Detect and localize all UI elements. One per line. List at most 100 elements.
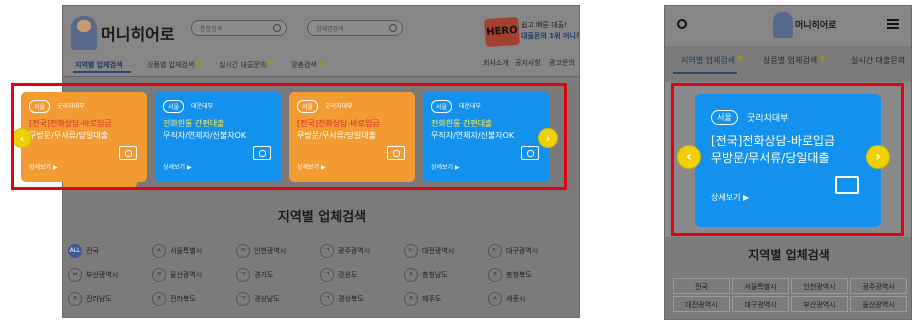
new-badge-icon xyxy=(268,60,275,66)
new-badge-icon xyxy=(196,60,203,66)
search-icon[interactable] xyxy=(677,19,687,29)
region-initial-badge: ㅂ xyxy=(68,268,82,282)
region-name: 부산광역시 xyxy=(86,271,119,279)
company-search-input[interactable]: 업체명검색 xyxy=(307,20,403,36)
region-initial-badge: ㅅ xyxy=(488,292,502,306)
region-initial-badge: ㄱ xyxy=(236,292,250,306)
region-name: 경기도 xyxy=(254,271,274,279)
region-name: 대전광역시 xyxy=(422,247,455,255)
region-cell[interactable]: 인천광역시 xyxy=(791,278,848,294)
region-link[interactable]: ㄱ 경상남도 xyxy=(236,292,280,306)
region-name: 충청남도 xyxy=(422,271,448,279)
logo-text: 머니히어로 xyxy=(795,21,837,31)
tab-region-search[interactable]: 지역별 업체검색 xyxy=(681,55,744,66)
tab-realtime-inquiry[interactable]: 실시간 대출문의 xyxy=(851,55,905,66)
logo-text: 머니히어로 xyxy=(101,25,175,44)
nav-custom-search[interactable]: 맞춤검색 xyxy=(291,60,325,70)
region-link[interactable]: ㅈ 제주도 xyxy=(404,292,441,306)
region-cell[interactable]: 부산광역시 xyxy=(791,296,848,312)
new-badge-icon xyxy=(318,60,325,66)
region-initial-badge: ㄷ xyxy=(404,244,418,258)
nav-product-search[interactable]: 상품별 업체검색 xyxy=(147,60,203,70)
region-name: 전라남도 xyxy=(86,295,112,303)
tab-product-search[interactable]: 상품별 업체검색 xyxy=(763,55,826,66)
hamburger-menu-icon[interactable] xyxy=(887,19,899,29)
tagline-brand: 대출몬의 1위 머니히어로 xyxy=(521,32,579,40)
region-name: 광주광역시 xyxy=(338,247,371,255)
region-initial-badge: ㄱ xyxy=(320,292,334,306)
region-link[interactable]: ㅅ 서울특별시 xyxy=(152,244,202,258)
region-initial-badge: ㅇ xyxy=(236,244,250,258)
highlight-box xyxy=(11,83,567,190)
search-icon[interactable] xyxy=(273,24,281,32)
mobile-tabs: 지역별 업체검색 상품별 업체검색 실시간 대출문의 xyxy=(665,48,911,72)
region-name: 대구광역시 xyxy=(506,247,539,255)
region-link[interactable]: ㅈ 전라남도 xyxy=(68,292,112,306)
new-badge-icon xyxy=(737,55,744,61)
active-tab-indicator xyxy=(673,72,737,74)
region-link[interactable]: ㅂ 부산광역시 xyxy=(68,268,118,282)
region-name: 서울특별시 xyxy=(170,247,203,255)
search-placeholder: 업체명검색 xyxy=(316,26,344,33)
region-link[interactable]: ALL 전국 xyxy=(68,244,99,258)
section-title: 지역별 업체검색 xyxy=(748,248,830,262)
hero-badge: HERO xyxy=(484,16,520,48)
region-link[interactable]: ㄷ 대전광역시 xyxy=(404,244,454,258)
region-initial-badge: ㄱ xyxy=(320,268,334,282)
nav-realtime-inquiry[interactable]: 실시간 대출문의 xyxy=(219,60,275,70)
region-cell[interactable]: 서울특별시 xyxy=(732,278,789,294)
region-link[interactable]: ㅅ 세종시 xyxy=(488,292,525,306)
region-cell[interactable]: 대전광역시 xyxy=(673,296,730,312)
site-logo[interactable]: 머니히어로 xyxy=(773,12,843,40)
region-link[interactable]: ㄷ 대구광역시 xyxy=(488,244,538,258)
region-name: 강원도 xyxy=(338,271,358,279)
region-initial-badge: ㄱ xyxy=(320,244,334,258)
region-initial-badge: ㅈ xyxy=(68,292,82,306)
region-cell[interactable]: 광주광역시 xyxy=(850,278,907,294)
region-name: 세종시 xyxy=(506,295,526,303)
region-initial-badge: ㄱ xyxy=(236,268,250,282)
link-ad-inquiry[interactable]: 광고문의 xyxy=(549,58,575,68)
region-initial-badge: ㅊ xyxy=(404,268,418,282)
active-tab-indicator xyxy=(73,71,131,73)
mascot-icon xyxy=(71,16,97,50)
region-link[interactable]: ㄱ 경기도 xyxy=(236,268,273,282)
search-icon[interactable] xyxy=(389,24,397,32)
region-initial-badge: ㅊ xyxy=(488,268,502,282)
region-cell[interactable]: 울산광역시 xyxy=(850,296,907,312)
region-cell[interactable]: 대구광역시 xyxy=(732,296,789,312)
nav-region-search[interactable]: 지역별 업체검색 xyxy=(75,60,123,70)
mobile-header: 머니히어로 xyxy=(665,6,911,46)
region-initial-badge: ㅅ xyxy=(152,244,166,258)
section-title: 지역별 업체검색 xyxy=(277,210,367,225)
new-badge-icon xyxy=(819,55,826,61)
region-name: 전라북도 xyxy=(170,295,196,303)
region-initial-badge: ㅈ xyxy=(404,292,418,306)
region-link[interactable]: ㄱ 광주광역시 xyxy=(320,244,370,258)
highlight-box xyxy=(671,83,904,236)
region-initial-badge: ALL xyxy=(68,244,82,258)
region-name: 인천광역시 xyxy=(254,247,287,255)
region-link[interactable]: ㄱ 경상북도 xyxy=(320,292,364,306)
search-placeholder: 통합검색 xyxy=(200,26,223,33)
link-company[interactable]: 회사소개 xyxy=(483,58,509,68)
region-initial-badge: ㅈ xyxy=(152,292,166,306)
site-logo[interactable]: 머니히어로 xyxy=(71,16,177,50)
region-link[interactable]: ㅊ 충청북도 xyxy=(488,268,532,282)
region-link[interactable]: ㅇ 인천광역시 xyxy=(236,244,286,258)
region-link[interactable]: ㅊ 충청남도 xyxy=(404,268,448,282)
region-name: 경상남도 xyxy=(254,295,280,303)
region-name: 전국 xyxy=(86,247,99,255)
integrated-search-input[interactable]: 통합검색 xyxy=(191,20,287,36)
tagline: 쉽고 빠른 대출! xyxy=(521,21,567,29)
region-name: 충청북도 xyxy=(506,271,532,279)
link-notice[interactable]: 공지사항 xyxy=(515,58,541,68)
region-link[interactable]: ㅈ 전라북도 xyxy=(152,292,196,306)
region-cell[interactable]: 전국 xyxy=(673,278,730,294)
region-grid: ALL 전국 ㅅ 서울특별시 ㅇ 인천광역시 ㄱ 광주광역시 ㄷ 대전광역시 ㄷ 대구광역시 ㅂ 부산광역… xyxy=(68,244,578,316)
region-link[interactable]: ㅇ 울산광역시 xyxy=(152,268,202,282)
region-name: 경상북도 xyxy=(338,295,364,303)
region-link[interactable]: ㄱ 강원도 xyxy=(320,268,357,282)
region-initial-badge: ㅇ xyxy=(152,268,166,282)
region-initial-badge: ㄷ xyxy=(488,244,502,258)
